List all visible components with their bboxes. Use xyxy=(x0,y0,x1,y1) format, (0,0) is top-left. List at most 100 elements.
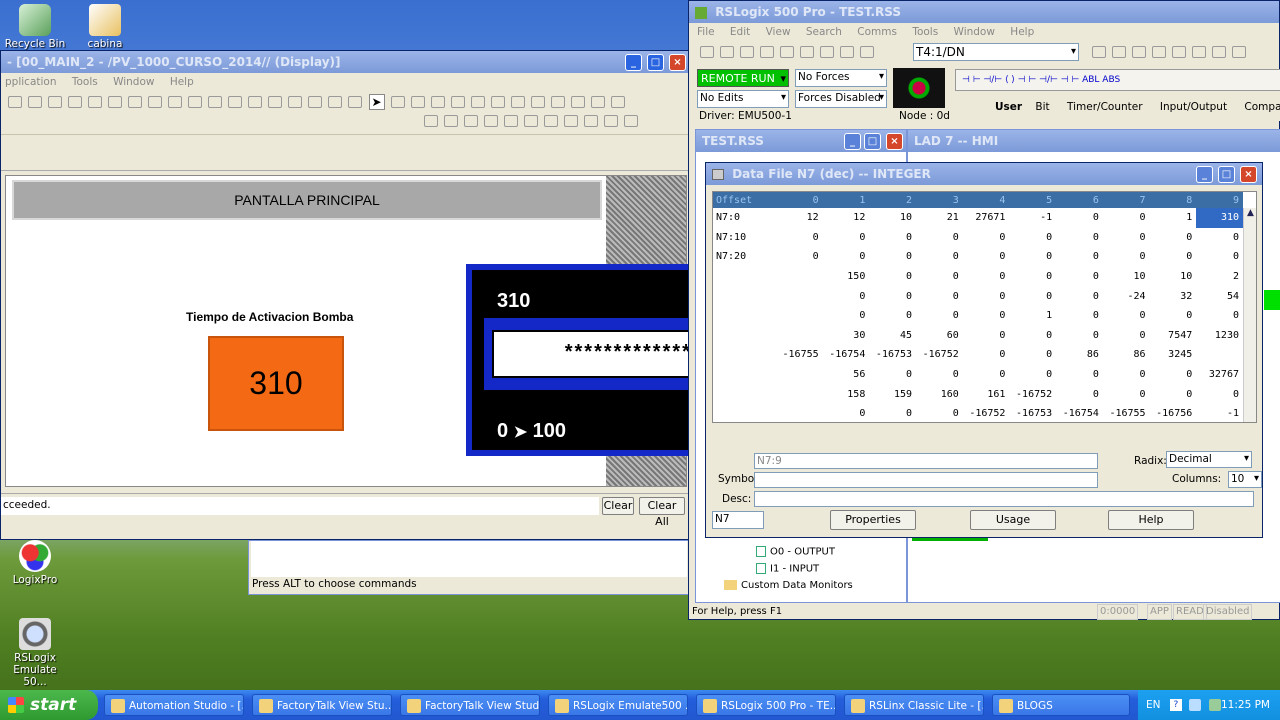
tool-icon[interactable] xyxy=(491,96,505,108)
data-cell[interactable] xyxy=(780,286,823,306)
task-rslogix-500[interactable]: RSLogix 500 Pro - TE... xyxy=(696,694,836,716)
data-cell[interactable]: 161 xyxy=(963,384,1010,404)
task-rslogix-emulate[interactable]: RSLogix Emulate500 ... xyxy=(548,694,688,716)
data-cell[interactable]: 0 xyxy=(1009,247,1056,267)
data-cell[interactable]: -16752 xyxy=(1009,384,1056,404)
data-cell[interactable]: 2 xyxy=(1196,267,1243,287)
tool-icon[interactable] xyxy=(168,96,182,108)
data-cell[interactable]: 0 xyxy=(1009,345,1056,365)
data-cell[interactable]: 0 xyxy=(869,306,916,326)
minimize-icon[interactable]: _ xyxy=(625,54,642,71)
menu-edit[interactable]: Edit xyxy=(730,26,750,38)
data-cell[interactable]: 159 xyxy=(869,384,916,404)
data-cell[interactable]: -1 xyxy=(1196,404,1243,422)
tool-icon[interactable] xyxy=(1112,46,1126,58)
language-indicator[interactable]: EN xyxy=(1146,699,1161,711)
undo-icon[interactable] xyxy=(840,46,854,58)
data-cell[interactable]: 0 xyxy=(823,228,870,248)
data-cell[interactable]: 0 xyxy=(1056,247,1103,267)
tray-icon[interactable] xyxy=(1189,699,1202,711)
data-cell[interactable] xyxy=(780,384,823,404)
data-cell[interactable]: 0 xyxy=(823,404,870,422)
data-cell[interactable]: 0 xyxy=(1103,306,1150,326)
data-cell[interactable]: 0 xyxy=(1196,247,1243,267)
tree-item-input[interactable]: I1 - INPUT xyxy=(756,563,819,575)
tool-icon[interactable] xyxy=(148,96,162,108)
data-cell[interactable]: 0 xyxy=(916,306,963,326)
desc-field[interactable] xyxy=(754,491,1254,507)
data-cell[interactable]: 0 xyxy=(1009,286,1056,306)
data-cell[interactable]: 12 xyxy=(780,208,823,228)
data-cell[interactable]: 0 xyxy=(1103,384,1150,404)
data-cell[interactable] xyxy=(1196,345,1243,365)
data-cell[interactable]: 0 xyxy=(963,247,1010,267)
edits-field[interactable]: No Edits xyxy=(697,90,789,108)
data-cell[interactable]: 0 xyxy=(1150,384,1197,404)
clear-all-button[interactable]: Clear All xyxy=(639,497,685,528)
tool-icon[interactable] xyxy=(288,96,302,108)
data-cell[interactable]: 0 xyxy=(1103,326,1150,346)
data-cell[interactable]: 21 xyxy=(916,208,963,228)
maximize-icon[interactable]: □ xyxy=(647,54,664,71)
tool-icon[interactable] xyxy=(108,96,122,108)
tool-icon[interactable] xyxy=(451,96,465,108)
clear-button[interactable]: Clear xyxy=(602,497,634,515)
tree-item-cdm[interactable]: Custom Data Monitors xyxy=(724,580,853,591)
data-cell[interactable]: 0 xyxy=(1056,286,1103,306)
menu-tools[interactable]: Tools xyxy=(72,76,98,88)
data-cell[interactable]: 0 xyxy=(869,365,916,385)
data-cell[interactable]: 0 xyxy=(916,247,963,267)
maximize-icon[interactable]: □ xyxy=(1218,166,1235,183)
data-cell[interactable]: -16755 xyxy=(1103,404,1150,422)
data-cell[interactable]: 0 xyxy=(869,228,916,248)
tab-bit[interactable]: Bit xyxy=(1035,101,1049,113)
data-cell[interactable]: 86 xyxy=(1056,345,1103,365)
copy-icon[interactable] xyxy=(800,46,814,58)
tool-icon[interactable] xyxy=(48,96,62,108)
tool-icon[interactable] xyxy=(604,115,618,127)
start-button[interactable]: start xyxy=(0,690,98,720)
data-cell[interactable]: -16752 xyxy=(916,345,963,365)
properties-button[interactable]: Properties xyxy=(830,510,916,530)
data-cell[interactable]: -16753 xyxy=(869,345,916,365)
data-cell[interactable]: 150 xyxy=(823,267,870,287)
data-cell[interactable]: 0 xyxy=(869,286,916,306)
tree-item-output[interactable]: O0 - OUTPUT xyxy=(756,546,835,558)
data-cell[interactable]: 0 xyxy=(1009,365,1056,385)
task-blogs[interactable]: BLOGS xyxy=(992,694,1130,716)
data-cell[interactable]: 0 xyxy=(1150,365,1197,385)
tool-icon[interactable] xyxy=(484,115,498,127)
minimize-icon[interactable]: _ xyxy=(1196,166,1213,183)
data-cell[interactable]: 0 xyxy=(916,365,963,385)
tool-icon[interactable] xyxy=(268,96,282,108)
desktop-icon-logixpro[interactable]: LogixPro xyxy=(0,540,70,586)
data-cell[interactable]: 0 xyxy=(1103,247,1150,267)
data-cell[interactable]: 7547 xyxy=(1150,326,1197,346)
data-cell[interactable]: 0 xyxy=(1056,326,1103,346)
data-cell[interactable]: -16756 xyxy=(1150,404,1197,422)
menu-help[interactable]: Help xyxy=(1010,26,1034,38)
tool-icon[interactable] xyxy=(584,115,598,127)
data-cell[interactable]: -16754 xyxy=(1056,404,1103,422)
tool-icon[interactable] xyxy=(391,96,405,108)
data-cell[interactable]: -16754 xyxy=(823,345,870,365)
tab-timer-counter[interactable]: Timer/Counter xyxy=(1067,101,1143,113)
data-cell[interactable]: -16755 xyxy=(780,345,823,365)
task-automation-studio[interactable]: Automation Studio - [... xyxy=(104,694,244,716)
data-cell[interactable]: 0 xyxy=(1196,384,1243,404)
data-cell[interactable]: 0 xyxy=(1103,228,1150,248)
data-cell[interactable] xyxy=(780,267,823,287)
cut-icon[interactable] xyxy=(780,46,794,58)
data-cell[interactable] xyxy=(780,306,823,326)
menu-comms[interactable]: Comms xyxy=(857,26,897,38)
print-icon[interactable] xyxy=(760,46,774,58)
radix-select[interactable]: Decimal xyxy=(1166,451,1252,468)
data-cell[interactable]: 0 xyxy=(916,286,963,306)
data-cell[interactable]: 0 xyxy=(1150,306,1197,326)
tool-icon[interactable] xyxy=(68,96,82,108)
data-cell[interactable]: 0 xyxy=(963,267,1010,287)
address-field[interactable]: N7:9 xyxy=(754,453,1098,469)
open-icon[interactable] xyxy=(720,46,734,58)
data-cell[interactable]: 0 xyxy=(1056,208,1103,228)
menu-help[interactable]: Help xyxy=(170,76,194,88)
